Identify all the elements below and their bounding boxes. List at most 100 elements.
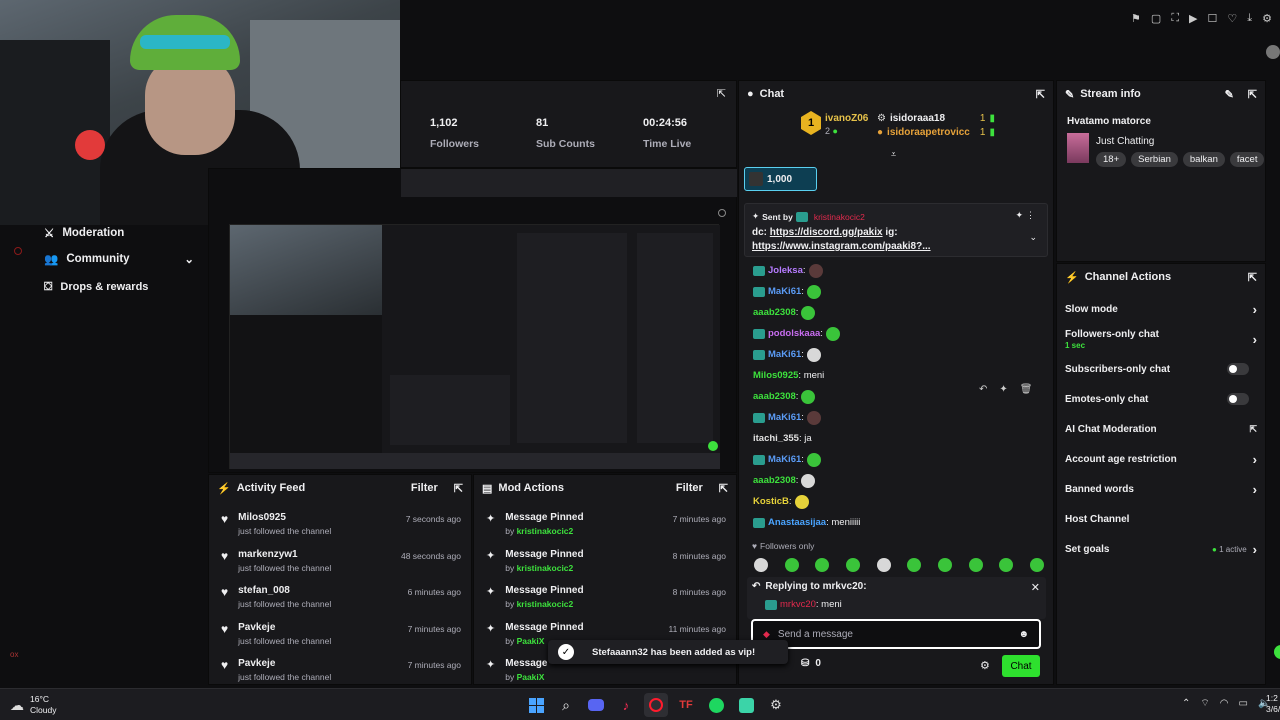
mod-action-item[interactable]: ✦ Message Pinned by kristinakocic2 8 minute… <box>474 544 736 581</box>
emote-icon[interactable] <box>907 558 922 572</box>
heart-icon[interactable]: ♡ <box>1227 12 1237 25</box>
popout-icon[interactable]: ⇱ <box>719 482 728 495</box>
toggle-switch[interactable] <box>1227 363 1249 375</box>
stream-tag[interactable]: balkan <box>1182 152 1225 167</box>
chat-message[interactable]: MaKi61: <box>739 281 1053 302</box>
chat-username[interactable]: aaab2308 <box>753 475 796 486</box>
activity-item[interactable]: ♥ Pavkeje just followed the channel 7 minut… <box>209 653 471 690</box>
chat-message[interactable]: itachi_355: ja <box>739 428 1053 449</box>
clock[interactable]: 1:2 3/6/ <box>1266 693 1280 715</box>
chat-username[interactable]: Milos0925 <box>753 370 798 381</box>
filter-button[interactable]: Filter <box>676 482 703 494</box>
chat-message[interactable]: MaKi61: <box>739 407 1053 428</box>
chat-username[interactable]: aaab2308 <box>753 307 796 318</box>
discord-icon[interactable] <box>584 693 608 717</box>
chat-username[interactable]: Joleksa <box>768 265 803 276</box>
hype-train-badge[interactable]: 1,000 <box>744 167 817 191</box>
activity-item[interactable]: ♥ Milos0925 just followed the channel 7 sec… <box>209 507 471 544</box>
sidebar-item-drops[interactable]: ⛋ Drops & rewards <box>44 279 148 295</box>
chat-username[interactable]: aaab2308 <box>753 391 796 402</box>
chat-username[interactable]: KosticB <box>753 496 789 507</box>
activity-item[interactable]: ♥ markenzyw1 just followed the channel 48 s… <box>209 544 471 581</box>
activity-item[interactable]: ♥ stefan_008 just followed the channel 6 mi… <box>209 580 471 617</box>
translate-icon[interactable]: ⛶ <box>1171 12 1179 25</box>
channel-action-item[interactable]: AI Chat Moderation ⇱ <box>1057 414 1265 444</box>
chat-message[interactable]: Anastaasijaa: meniiiii <box>739 512 1053 533</box>
channel-action-item[interactable]: Set goals ● 1 active › <box>1057 534 1265 564</box>
app-icon[interactable] <box>734 693 758 717</box>
emote-icon[interactable] <box>815 558 830 572</box>
spotify-icon[interactable] <box>704 693 728 717</box>
chat-message[interactable]: aaab2308: <box>739 470 1053 491</box>
emote-icon[interactable] <box>784 558 799 572</box>
popout-icon[interactable]: ⇱ <box>717 87 726 100</box>
wifi-icon[interactable]: ◠ <box>1220 698 1229 709</box>
avatar[interactable] <box>1266 45 1280 59</box>
stream-tag[interactable]: facet <box>1229 152 1265 167</box>
expand-icon[interactable]: ⌄ <box>1029 232 1037 243</box>
channel-action-item[interactable]: Emotes-only chat <box>1057 384 1265 414</box>
chat-username[interactable]: itachi_355 <box>753 433 799 444</box>
emote-icon[interactable] <box>845 558 860 572</box>
stream-preview[interactable] <box>229 224 720 469</box>
chat-message[interactable]: aaab2308: <box>739 302 1053 323</box>
channel-action-item[interactable]: Host Channel <box>1057 504 1265 534</box>
steam-icon[interactable]: ⚙ <box>764 693 788 717</box>
pin-message-icon[interactable]: ✦ <box>999 384 1007 395</box>
chat-message[interactable]: podolskaaa: <box>739 323 1053 344</box>
network-icon[interactable]: ⌔ <box>1200 697 1209 710</box>
channel-action-item[interactable]: Account age restriction › <box>1057 444 1265 474</box>
emote-icon[interactable] <box>999 558 1014 572</box>
chat-username[interactable]: MaKi61 <box>768 286 801 297</box>
delete-icon[interactable]: 🗑 <box>1020 384 1033 395</box>
emote-icon[interactable] <box>1029 558 1044 572</box>
channel-action-item[interactable]: Slow mode › <box>1057 294 1265 324</box>
chat-username[interactable]: podolskaaa <box>768 328 820 339</box>
windows-start-icon[interactable] <box>524 693 548 717</box>
unpin-icon[interactable]: ✦ <box>1015 210 1023 221</box>
tf-app-icon[interactable]: TF <box>674 693 698 717</box>
channel-points[interactable]: ⛁ 0 <box>801 658 821 669</box>
tiktok-icon[interactable]: ♪ <box>614 693 638 717</box>
mod-action-item[interactable]: ✦ Message Pinned by kristinakocic2 8 minute… <box>474 580 736 617</box>
opera-icon[interactable] <box>644 693 668 717</box>
emote-picker-icon[interactable]: ☻ <box>1018 629 1029 640</box>
chat-input[interactable]: ◆ Send a message ☻ <box>751 619 1041 649</box>
chat-username[interactable]: Anastaasijaa <box>768 517 826 528</box>
more-icon[interactable]: ⋮ <box>1026 210 1035 221</box>
chat-username[interactable]: MaKi61 <box>768 454 801 465</box>
popout-icon[interactable]: ⇱ <box>1248 271 1257 284</box>
help-icon[interactable] <box>1274 645 1280 659</box>
chat-username[interactable]: MaKi61 <box>768 349 801 360</box>
reply-icon[interactable]: ↶ <box>979 384 987 395</box>
instagram-link[interactable]: https://www.instagram.com/paaki8?... <box>752 241 931 252</box>
sidebar-item-community[interactable]: 👥 Community ⌄ <box>44 251 194 267</box>
discord-link[interactable]: https://discord.gg/pakix <box>770 227 883 238</box>
chat-settings-icon[interactable]: ⚙ <box>980 659 990 672</box>
emote-icon[interactable] <box>754 558 768 572</box>
popout-icon[interactable]: ⇱ <box>454 482 463 495</box>
search-icon[interactable]: ⌕ <box>554 693 578 717</box>
emote-icon[interactable] <box>968 558 983 572</box>
filter-button[interactable]: Filter <box>411 482 438 494</box>
collapse-icon[interactable]: ⩡ <box>891 149 896 160</box>
popout-icon[interactable]: ⇱ <box>1248 88 1257 101</box>
chat-message[interactable]: KosticB: <box>739 491 1053 512</box>
toggle-switch[interactable] <box>1227 393 1249 405</box>
stream-tag[interactable]: Serbian <box>1131 152 1178 167</box>
popout-icon[interactable]: ⇱ <box>1036 88 1045 101</box>
activity-item[interactable]: ♥ Pavkeje just followed the channel 7 minut… <box>209 617 471 654</box>
weather-widget[interactable]: ☁ 16°C Cloudy <box>10 694 56 716</box>
crop-icon[interactable]: ▢ <box>1151 12 1161 25</box>
category-name[interactable]: Just Chatting <box>1096 136 1154 147</box>
emote-icon[interactable] <box>876 558 891 572</box>
download-icon[interactable]: ⤓ <box>1247 12 1252 25</box>
settings-dot-icon[interactable] <box>718 209 726 217</box>
play-icon[interactable]: ▶ <box>1189 12 1197 25</box>
chat-username[interactable]: MaKi61 <box>768 412 801 423</box>
bookmark-icon[interactable]: ☐ <box>1208 12 1218 25</box>
leader-first[interactable]: ivanoZ06 2 ● <box>825 113 868 136</box>
mod-action-item[interactable]: ✦ Message Pinned by kristinakocic2 7 minute… <box>474 507 736 544</box>
emote-icon[interactable] <box>937 558 952 572</box>
channel-action-item[interactable]: Subscribers-only chat <box>1057 354 1265 384</box>
